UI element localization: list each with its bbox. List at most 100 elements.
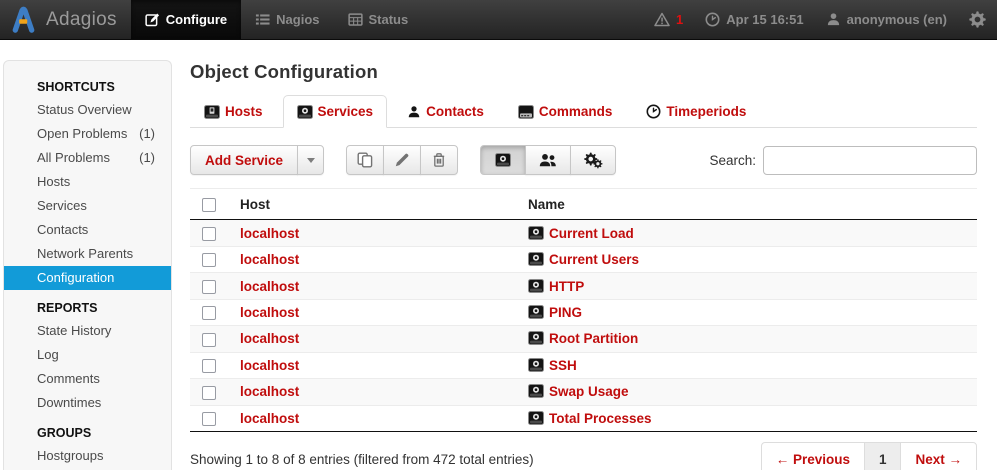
problems-indicator[interactable]: 1	[643, 0, 694, 39]
sidebar-item-hosts[interactable]: Hosts	[4, 170, 171, 194]
row-select-cell	[190, 405, 230, 431]
host-link[interactable]: localhost	[240, 411, 299, 426]
row-checkbox[interactable]	[202, 359, 216, 373]
sidebar-item-open-problems[interactable]: Open Problems(1)	[4, 122, 171, 146]
action-button-group	[346, 145, 458, 175]
nav-item-label: Nagios	[276, 12, 319, 27]
row-checkbox[interactable]	[202, 333, 216, 347]
sidebar-item-services[interactable]: Services	[4, 194, 171, 218]
view-contacts-toggle[interactable]	[525, 145, 571, 175]
service-link[interactable]: PING	[549, 305, 582, 320]
clock-display[interactable]: Apr 15 16:51	[694, 0, 814, 39]
sidebar-item-log[interactable]: Log	[4, 343, 171, 367]
column-header-host[interactable]: Host	[230, 189, 518, 220]
row-checkbox[interactable]	[202, 253, 216, 267]
tab-commands[interactable]: Commands	[504, 95, 627, 128]
row-select-cell	[190, 379, 230, 405]
sidebar-item-hostgroups[interactable]: Hostgroups	[4, 444, 171, 468]
host-link[interactable]: localhost	[240, 279, 299, 294]
gears-icon	[584, 152, 603, 169]
sidebar-item-status-overview[interactable]: Status Overview	[4, 98, 171, 122]
pagination-page-1[interactable]: 1	[864, 442, 902, 470]
brand[interactable]: Adagios	[0, 0, 131, 39]
page-title: Object Configuration	[190, 61, 977, 83]
name-cell: Root Partition	[518, 326, 977, 352]
service-link[interactable]: Current Users	[549, 252, 639, 267]
service-link[interactable]: SSH	[549, 358, 577, 373]
sidebar-item-comments[interactable]: Comments	[4, 367, 171, 391]
settings-button[interactable]	[958, 0, 997, 39]
nav-item-nagios[interactable]: Nagios	[241, 0, 333, 39]
nav-item-status[interactable]: Status	[334, 0, 423, 39]
user-menu[interactable]: anonymous (en)	[815, 0, 958, 39]
service-link[interactable]: Swap Usage	[549, 384, 629, 399]
table-body: localhost Current Load localhost Current Us…	[190, 220, 977, 432]
tab-timeperiods[interactable]: Timeperiods	[632, 95, 760, 128]
host-cell: localhost	[230, 299, 518, 325]
sidebar-item-contacts[interactable]: Contacts	[4, 218, 171, 242]
toolbar: Add Service Search:	[190, 145, 977, 175]
sidebar-item-configuration[interactable]: Configuration	[4, 266, 171, 290]
tab-services[interactable]: Services	[283, 95, 388, 128]
row-checkbox[interactable]	[202, 306, 216, 320]
nav-item-label: Configure	[166, 12, 227, 27]
sidebar-item-label: Contacts	[37, 221, 88, 239]
delete-button[interactable]	[420, 145, 458, 175]
sidebar-item-network-parents[interactable]: Network Parents	[4, 242, 171, 266]
host-link[interactable]: localhost	[240, 305, 299, 320]
row-checkbox[interactable]	[202, 227, 216, 241]
table-info: Showing 1 to 8 of 8 entries (filtered fr…	[190, 452, 534, 467]
sidebar-item-downtimes[interactable]: Downtimes	[4, 391, 171, 415]
host-link[interactable]: localhost	[240, 226, 299, 241]
view-services-toggle[interactable]	[480, 145, 526, 175]
sidebar-item-label: Network Parents	[37, 245, 133, 263]
gear-icon	[969, 11, 986, 28]
sidebar-section-title-groups: GROUPS	[4, 415, 171, 444]
adagios-logo-icon	[10, 6, 37, 33]
host-cell: localhost	[230, 326, 518, 352]
host-cell: localhost	[230, 273, 518, 299]
row-checkbox[interactable]	[202, 386, 216, 400]
host-link[interactable]: localhost	[240, 252, 299, 267]
name-cell: Swap Usage	[518, 379, 977, 405]
sidebar-item-all-problems[interactable]: All Problems(1)	[4, 146, 171, 170]
copy-button[interactable]	[346, 145, 384, 175]
search-input[interactable]	[763, 146, 977, 175]
brand-name: Adagios	[46, 9, 117, 31]
name-cell: Current Load	[518, 220, 977, 246]
row-checkbox[interactable]	[202, 280, 216, 294]
tab-contacts[interactable]: Contacts	[393, 95, 498, 128]
nav-item-configure[interactable]: Configure	[131, 0, 241, 39]
add-service-button[interactable]: Add Service	[190, 145, 298, 175]
row-checkbox[interactable]	[202, 412, 216, 426]
host-link[interactable]: localhost	[240, 384, 299, 399]
datetime-label: Apr 15 16:51	[726, 12, 803, 27]
table-row-ping: localhost PING	[190, 299, 977, 325]
row-select-cell	[190, 273, 230, 299]
service-link[interactable]: Current Load	[549, 226, 634, 241]
tab-hosts[interactable]: Hosts	[190, 95, 277, 128]
service-link[interactable]: HTTP	[549, 279, 584, 294]
host-link[interactable]: localhost	[240, 358, 299, 373]
table-header-row: HostName	[190, 189, 977, 220]
view-settings-toggle[interactable]	[570, 145, 616, 175]
edit-button[interactable]	[383, 145, 421, 175]
service-icon	[495, 153, 511, 167]
sidebar-item-state-history[interactable]: State History	[4, 319, 171, 343]
sidebar-item-count: (1)	[139, 125, 155, 143]
tab-label: Hosts	[225, 104, 263, 119]
service-link[interactable]: Total Processes	[549, 411, 652, 426]
caret-down-icon	[307, 158, 315, 163]
host-link[interactable]: localhost	[240, 331, 299, 346]
username-label: anonymous (en)	[847, 12, 947, 27]
services-table: HostName localhost Current Load localhost C…	[190, 188, 977, 432]
column-header-name[interactable]: Name	[518, 189, 977, 220]
navbar-right: 1 Apr 15 16:51 anonymous (en)	[643, 0, 997, 39]
add-service-dropdown-toggle[interactable]	[297, 145, 324, 175]
service-link[interactable]: Root Partition	[549, 331, 638, 346]
pagination-next[interactable]: Next →	[900, 442, 977, 470]
pagination-previous[interactable]: ← Previous	[761, 442, 865, 470]
select-all-checkbox[interactable]	[202, 198, 216, 212]
alert-count: 1	[676, 12, 683, 27]
pencil-icon	[394, 152, 410, 168]
